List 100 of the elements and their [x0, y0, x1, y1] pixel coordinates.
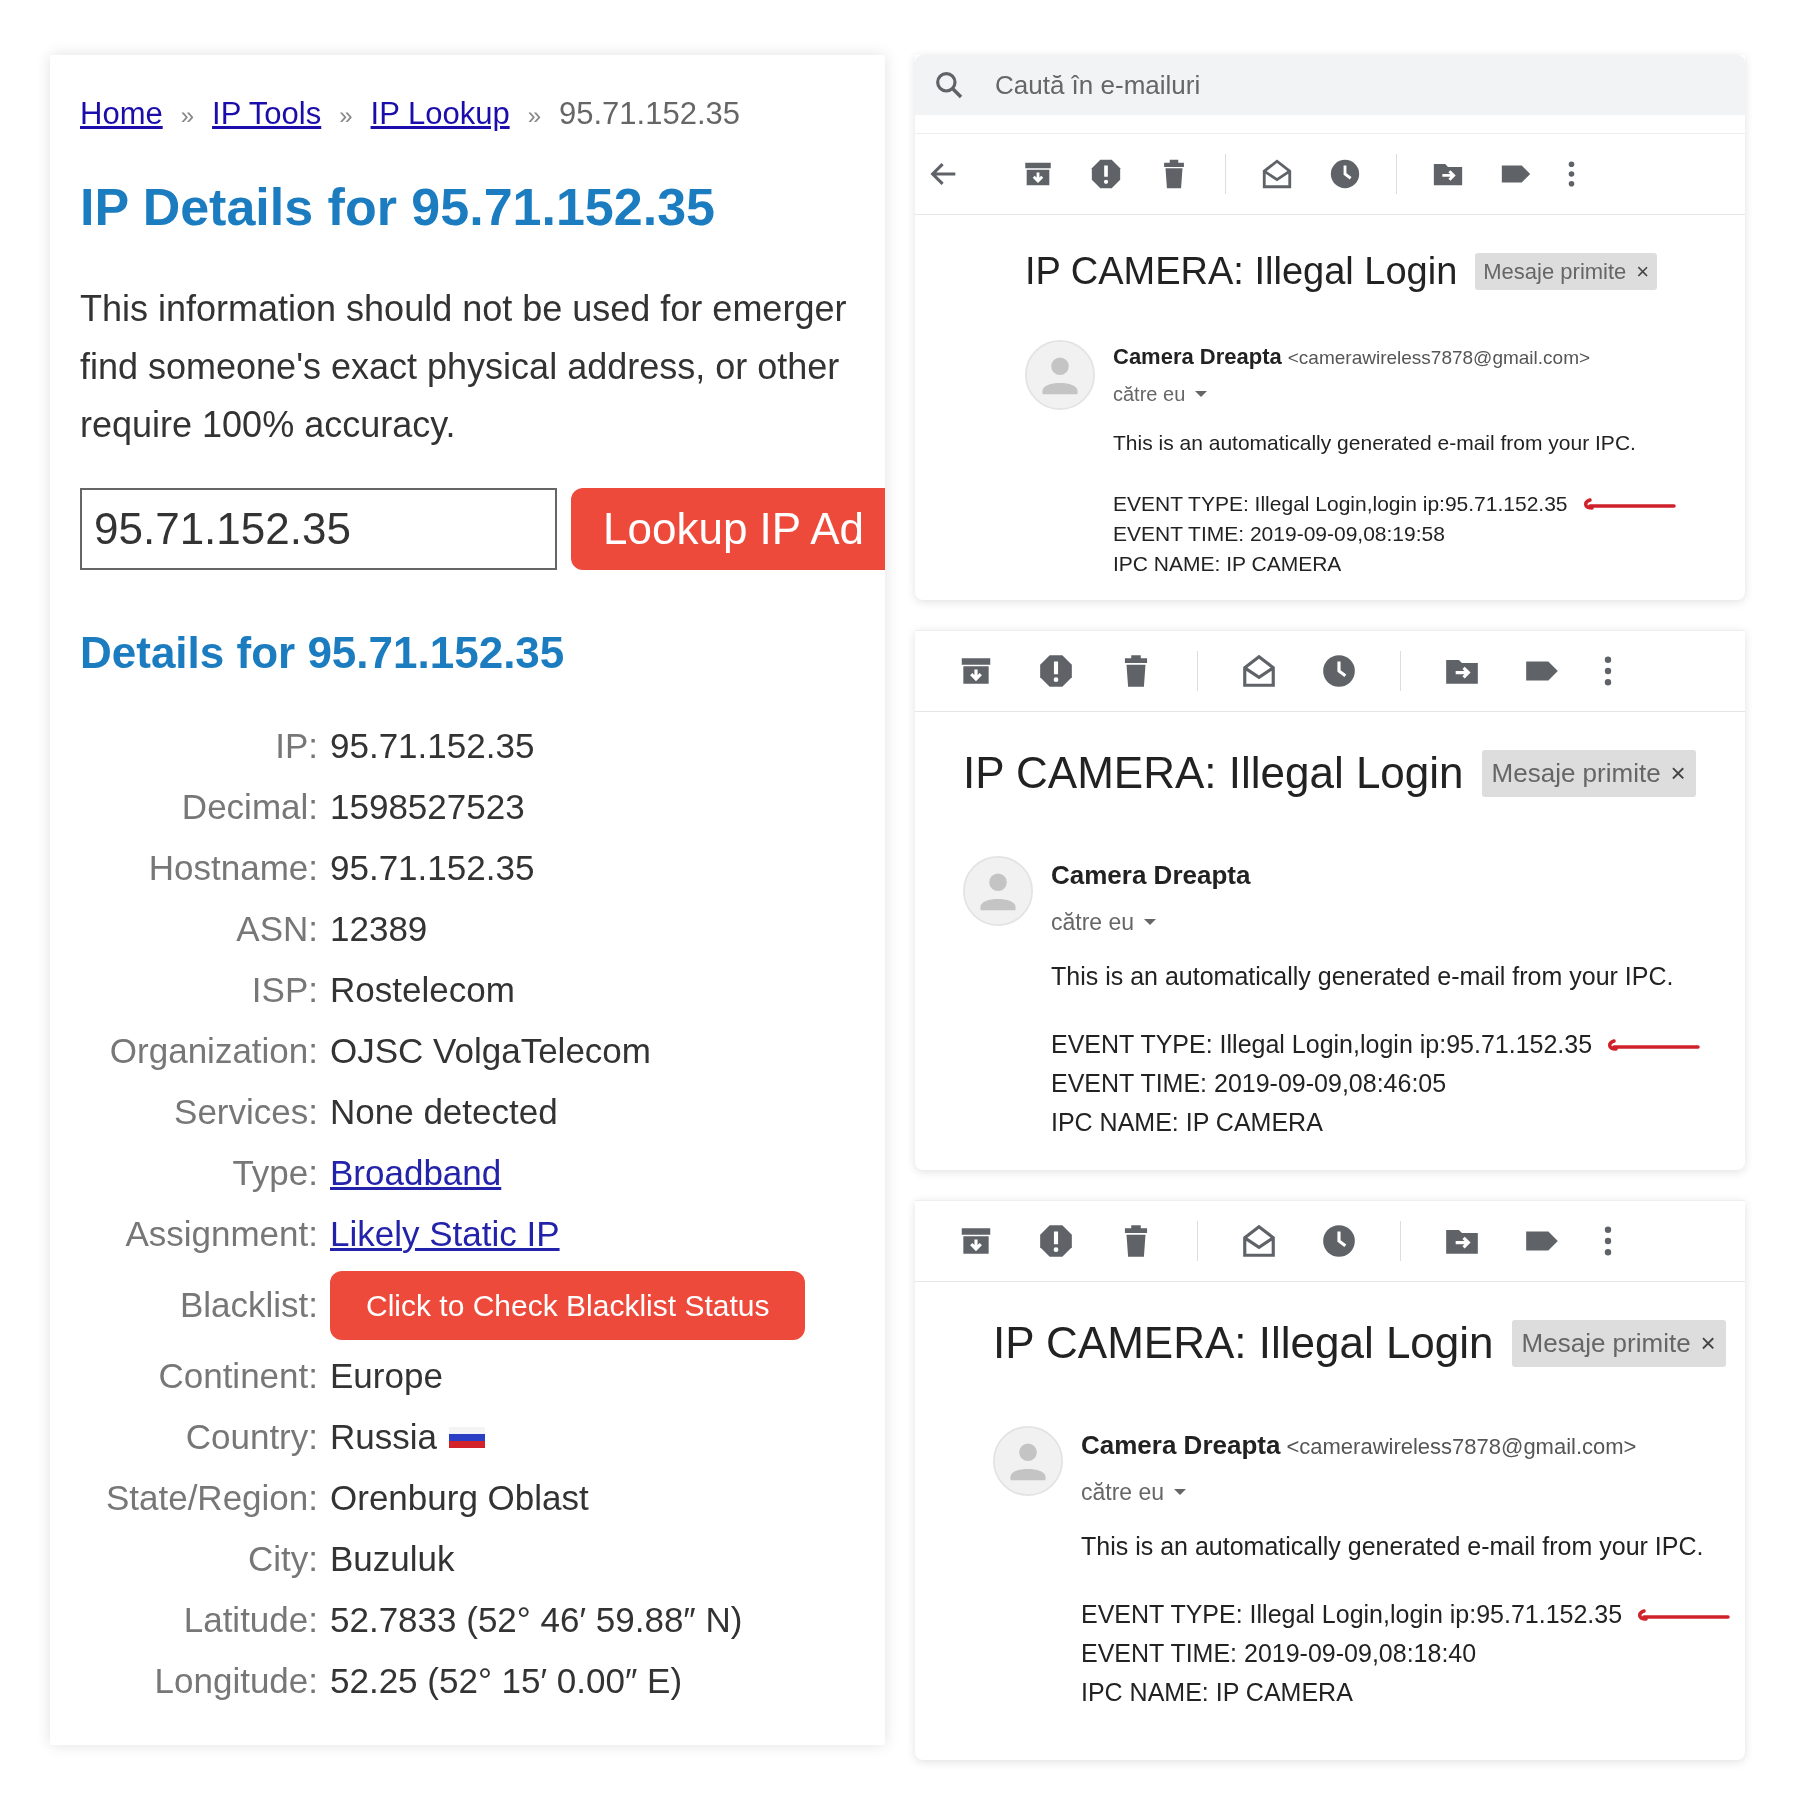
detail-value: Russia	[330, 1415, 437, 1458]
more[interactable]	[1603, 1225, 1613, 1257]
flag-icon	[449, 1426, 485, 1448]
recipient-text: către eu	[1051, 908, 1135, 937]
recipient-dropdown[interactable]: către eu	[1081, 1475, 1733, 1510]
detail-label: ISP:	[250, 968, 318, 1011]
mark-unread-icon	[1240, 652, 1278, 690]
snooze[interactable]	[1320, 1222, 1358, 1260]
remove-label-button[interactable]: ×	[1636, 255, 1650, 288]
ip-input-field[interactable]: 95.71.152.35	[80, 487, 557, 570]
detail-label: Assignment:	[124, 1212, 318, 1255]
detail-label: IP:	[274, 724, 318, 767]
detail-label: Longitude:	[153, 1659, 318, 1702]
detail-label: Decimal:	[180, 785, 318, 828]
mark-unread-icon	[1260, 157, 1294, 191]
breadcrumb-separator: »	[339, 101, 353, 131]
more-icon	[1603, 1225, 1613, 1257]
event-line: EVENT TYPE: Illegal Login,login ip:95.71.152.35	[1113, 490, 1568, 517]
sender-name: Camera Dreapta	[1113, 344, 1282, 369]
avatar-icon	[1025, 340, 1095, 410]
report-spam[interactable]	[1089, 157, 1123, 191]
event-line: IPC NAME: IP CAMERA	[1051, 1107, 1324, 1138]
breadcrumb-link[interactable]: IP Tools	[212, 91, 322, 138]
detail-label: Continent:	[157, 1354, 318, 1397]
blacklist-button[interactable]: Click to Check Blacklist Status	[330, 1270, 806, 1340]
email-subject: IP CAMERA: Illegal Login	[993, 1317, 1494, 1369]
snooze[interactable]	[1320, 652, 1358, 690]
sender-address: <camerawireless7878@gmail.com>	[1287, 347, 1591, 368]
detail-label: Latitude:	[182, 1598, 318, 1641]
report-spam[interactable]	[1037, 1222, 1075, 1260]
detail-value: Orenburg Oblast	[330, 1476, 589, 1519]
detail-link[interactable]: Likely Static IP	[330, 1207, 560, 1261]
mark-unread[interactable]	[1240, 652, 1278, 690]
more[interactable]	[1603, 655, 1613, 687]
mark-unread[interactable]	[1260, 157, 1294, 191]
detail-label: City:	[247, 1537, 318, 1580]
remove-label-button[interactable]: ×	[1700, 1323, 1716, 1363]
notice-text: find someone's exact physical address, or other	[80, 344, 841, 389]
sender-address: <camerawireless7878@gmail.com>	[1286, 1434, 1637, 1459]
email-subject: IP CAMERA: Illegal Login	[963, 747, 1464, 799]
page-title: IP Details for 95.71.152.35	[80, 176, 716, 238]
mark-unread[interactable]	[1240, 1222, 1278, 1260]
search-icon	[933, 69, 965, 101]
detail-value: 12389	[330, 907, 428, 950]
recipient-dropdown[interactable]: către eu	[1113, 379, 1678, 409]
snooze-icon	[1320, 652, 1358, 690]
snooze-icon	[1320, 1222, 1358, 1260]
detail-label: Country:	[184, 1415, 318, 1458]
search-field[interactable]: Caută în e-mailuri	[915, 55, 1745, 115]
detail-value: 1598527523	[330, 785, 525, 828]
notice-text: require 100% accuracy.	[80, 402, 457, 447]
event-line: IPC NAME: IP CAMERA	[1113, 550, 1343, 577]
search-input-field[interactable]: Caută în e-mailuri	[993, 64, 1593, 106]
detail-value: 95.71.152.35	[330, 724, 535, 767]
detail-value: 52.25 (52° 15′ 0.00″ E)	[330, 1659, 683, 1702]
detail-label: ASN:	[235, 907, 318, 950]
lookup-button[interactable]: Lookup IP Ad	[571, 487, 885, 570]
event-line: EVENT TIME: 2019-09-09,08:19:58	[1113, 520, 1446, 547]
event-line: EVENT TIME: 2019-09-09,08:46:05	[1051, 1068, 1448, 1099]
detail-value: None detected	[330, 1090, 558, 1133]
sender-name: Camera Dreapta	[1051, 860, 1251, 890]
avatar-icon	[963, 856, 1033, 926]
detail-label: Type:	[231, 1151, 318, 1194]
detail-label: Organization:	[108, 1029, 318, 1072]
report-spam-icon	[1089, 157, 1123, 191]
email-body-text: This is an automatically generated e-mail from your IPC.	[1113, 430, 1637, 456]
caret-icon	[1195, 391, 1208, 397]
details-heading: Details for 95.71.152.35	[80, 626, 566, 679]
event-line: EVENT TYPE: Illegal Login,login ip:95.71.152.35	[1051, 1029, 1593, 1060]
snooze[interactable]	[1328, 157, 1362, 191]
detail-value: 95.71.152.35	[330, 846, 535, 889]
detail-label: Services:	[173, 1090, 318, 1133]
detail-value: Europe	[330, 1354, 443, 1397]
more[interactable]	[1567, 160, 1576, 188]
detail-link[interactable]: Broadband	[330, 1146, 502, 1200]
more-icon	[1603, 655, 1613, 687]
recipient-dropdown[interactable]: către eu	[1051, 905, 1703, 940]
detail-value: Rostelecom	[330, 968, 515, 1011]
label-text: Mesaje primite	[1483, 258, 1627, 286]
event-line: EVENT TYPE: Illegal Login,login ip:95.71.152.35	[1081, 1599, 1623, 1630]
label-text: Mesaje primite	[1521, 1326, 1691, 1360]
report-spam-icon	[1037, 1222, 1075, 1260]
recipient-text: către eu	[1081, 1478, 1165, 1507]
report-spam-icon	[1037, 652, 1075, 690]
detail-value: OJSC VolgaTelecom	[330, 1029, 651, 1072]
detail-value: Buzuluk	[330, 1537, 455, 1580]
remove-label-button[interactable]: ×	[1670, 753, 1686, 793]
breadcrumb-link[interactable]: IP Lookup	[370, 91, 510, 138]
event-line: IPC NAME: IP CAMERA	[1081, 1677, 1354, 1708]
notice-text: This information should not be used for emerger	[80, 286, 848, 331]
email-body-text: This is an automatically generated e-mail from your IPC.	[1081, 1530, 1705, 1562]
detail-value: 52.7833 (52° 46′ 59.88″ N)	[330, 1598, 743, 1641]
breadcrumb-separator: »	[527, 101, 541, 131]
breadcrumb-link[interactable]: Home	[80, 91, 163, 138]
email-subject: IP CAMERA: Illegal Login	[1025, 249, 1458, 294]
breadcrumb-current: 95.71.152.35	[559, 95, 740, 133]
snooze-icon	[1328, 157, 1362, 191]
report-spam[interactable]	[1037, 652, 1075, 690]
detail-label: State/Region:	[104, 1476, 318, 1519]
detail-label: Blacklist:	[178, 1283, 318, 1326]
